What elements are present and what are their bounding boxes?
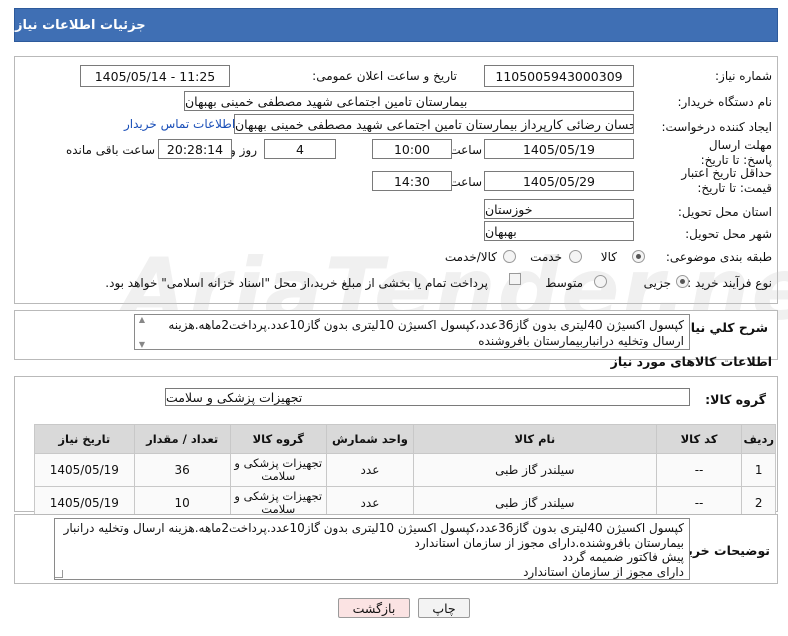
process-type-label: نوع فرآیند خرید : bbox=[687, 276, 772, 290]
city-field: بهبهان bbox=[484, 221, 634, 241]
goods-group-label: گروه کالا: bbox=[705, 392, 766, 407]
province-label: استان محل تحویل: bbox=[677, 205, 772, 219]
col-date-header: تاریخ نیاز bbox=[34, 424, 135, 454]
col-code-header: کد کالا bbox=[655, 424, 743, 454]
buyer-notes-line-3: پیش فاکتور ضمیمه گردد bbox=[562, 550, 684, 564]
requester-label: ایجاد کننده درخواست: bbox=[661, 120, 772, 134]
need-number-label: شماره نیاز: bbox=[715, 69, 772, 83]
item-group-line-2: سلامت bbox=[261, 469, 296, 483]
buyer-org-field: بیمارستان تامین اجتماعی شهید مصطفی خمینی… bbox=[184, 91, 634, 111]
validity-date-field: 1405/05/29 bbox=[484, 171, 634, 191]
print-button[interactable]: چاپ bbox=[418, 598, 470, 618]
category-goods-service-radio[interactable] bbox=[503, 250, 516, 263]
goods-table: ردیف کد کالا نام کالا واحد شمارش گروه کا… bbox=[34, 424, 776, 520]
category-service-label: خدمت bbox=[530, 250, 562, 264]
send-deadline-label: مهلت ارسال پاسخ: تا تاریخ: bbox=[700, 138, 772, 167]
table-row[interactable]: 1 -- سیلندر گاز طبی عدد تجهیزات پزشکی و … bbox=[34, 453, 776, 487]
category-label: طبقه بندی موضوعی: bbox=[665, 250, 772, 264]
resize-handle-icon[interactable] bbox=[55, 570, 63, 578]
goods-group-field: تجهیزات پزشکی و سلامت bbox=[165, 388, 690, 406]
category-service-radio[interactable] bbox=[569, 250, 582, 263]
item-group: تجهیزات پزشکی و سلامت bbox=[229, 453, 327, 487]
need-number-field: 1105005943000309 bbox=[484, 65, 634, 87]
process-medium-radio[interactable] bbox=[594, 275, 607, 288]
process-minor-radio[interactable] bbox=[676, 275, 689, 288]
item-code: -- bbox=[655, 453, 743, 487]
item-qty: 36 bbox=[133, 453, 231, 487]
page-title-bar: جزئیات اطلاعات نیاز bbox=[14, 8, 778, 42]
back-button[interactable]: بازگشت bbox=[338, 598, 410, 618]
process-medium-label: متوسط bbox=[545, 276, 583, 290]
item-name: سیلندر گاز طبی bbox=[413, 453, 657, 487]
treasury-payment-note: پرداخت تمام یا بخشی از مبلغ خرید،از محل … bbox=[105, 276, 488, 290]
category-goods-label: کالا bbox=[600, 250, 617, 264]
description-line-2: ارسال وتخلیه درانباربیمارستان بافروشنده bbox=[478, 334, 684, 348]
scroll-up-icon[interactable]: ▲ bbox=[139, 315, 145, 324]
buyer-org-label: نام دستگاه خریدار: bbox=[677, 95, 773, 109]
col-group-header: گروه کالا bbox=[229, 424, 327, 454]
price-validity-label: حداقل تاریخ اعتبار قیمت: تا تاریخ: bbox=[681, 166, 772, 195]
remaining-time-field: 20:28:14 bbox=[158, 139, 232, 159]
validity-time-label: ساعت bbox=[449, 175, 482, 189]
description-label: شرح کلي نياز: bbox=[678, 320, 768, 335]
send-date-field: 1405/05/19 bbox=[484, 139, 634, 159]
announce-datetime-field: 1405/05/14 - 11:25 bbox=[80, 65, 230, 87]
buyer-notes-line-4: دارای مجوز از سازمان استاندارد bbox=[523, 564, 684, 579]
col-qty-header: تعداد / مقدار bbox=[133, 424, 231, 454]
buyer-notes-line-2: بیمارستان بافروشنده.دارای مجوز از سازمان… bbox=[414, 535, 684, 550]
buyer-contact-link[interactable]: اطلاعات تماس خریدار bbox=[124, 117, 235, 131]
goods-table-header: ردیف کد کالا نام کالا واحد شمارش گروه کا… bbox=[34, 424, 776, 454]
day-and-label: روز و bbox=[230, 143, 257, 157]
category-goods-radio[interactable] bbox=[632, 250, 645, 263]
treasury-payment-checkbox[interactable] bbox=[509, 273, 521, 285]
description-scrollbar[interactable]: ▲ ▼ bbox=[135, 315, 149, 349]
description-line-1: کپسول اکسیژن 40لیتری بدون گاز36عدد،کپسول… bbox=[168, 318, 684, 332]
requester-field: احسان رضائی کارپرداز بیمارستان تامین اجت… bbox=[234, 114, 634, 134]
page-title: جزئیات اطلاعات نیاز bbox=[15, 17, 146, 33]
buyer-notes-textarea[interactable]: کپسول اکسیژن 40لیتری بدون گاز36عدد،کپسول… bbox=[54, 518, 690, 580]
category-goods-service-label: کالا/خدمت bbox=[444, 250, 497, 264]
city-label: شهر محل تحویل: bbox=[685, 227, 772, 241]
col-name-header: نام کالا bbox=[413, 424, 657, 454]
description-textarea[interactable]: کپسول اکسیژن 40لیتری بدون گاز36عدد،کپسول… bbox=[134, 314, 690, 350]
item-date: 1405/05/19 bbox=[34, 453, 135, 487]
send-time-field: 10:00 bbox=[372, 139, 452, 159]
row-index: 1 bbox=[741, 453, 776, 487]
days-remaining-field: 4 bbox=[264, 139, 336, 159]
col-row-header: ردیف bbox=[741, 424, 776, 454]
goods-info-heading: اطلاعات کالاهای مورد نیاز bbox=[610, 354, 772, 369]
col-unit-header: واحد شمارش bbox=[325, 424, 415, 454]
scroll-down-icon[interactable]: ▼ bbox=[139, 340, 145, 349]
goods-table-wrap: ردیف کد کالا نام کالا واحد شمارش گروه کا… bbox=[34, 424, 776, 520]
item-unit: عدد bbox=[325, 453, 415, 487]
buyer-notes-line-1: کپسول اکسیژن 40لیتری بدون گاز36عدد،کپسول… bbox=[63, 521, 684, 535]
province-field: خوزستان bbox=[484, 199, 634, 219]
process-minor-label: جزیی bbox=[643, 276, 671, 290]
announce-datetime-label: تاریخ و ساعت اعلان عمومی: bbox=[312, 69, 457, 83]
send-time-label: ساعت bbox=[449, 143, 482, 157]
remaining-label: ساعت باقی مانده bbox=[65, 143, 155, 157]
validity-time-field: 14:30 bbox=[372, 171, 452, 191]
